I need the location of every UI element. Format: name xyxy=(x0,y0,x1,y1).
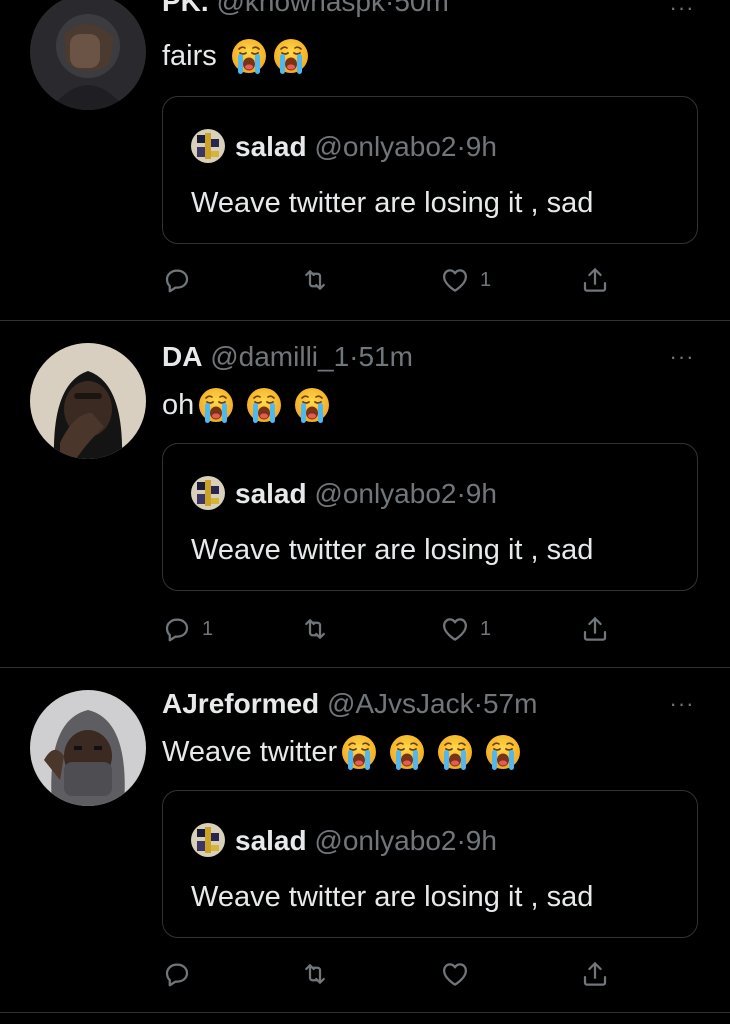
heart-icon xyxy=(440,614,470,644)
timestamp[interactable]: 57m xyxy=(483,688,537,719)
retweet-button[interactable] xyxy=(300,611,340,647)
author-name[interactable]: AJreformed xyxy=(162,688,319,719)
loudly-crying-face-icon xyxy=(483,732,523,772)
quoted-avatar xyxy=(191,476,225,510)
like-button[interactable]: 1 xyxy=(440,262,491,298)
tweet-text: Weave twitter xyxy=(162,732,523,772)
retweet-button[interactable] xyxy=(300,956,340,992)
loudly-crying-face-icon xyxy=(435,732,475,772)
separator-dot: · xyxy=(384,0,395,17)
author-handle[interactable]: @knownaspk xyxy=(216,0,385,17)
tweet-text-content: Weave twitter xyxy=(162,735,338,768)
quoted-author-handle: @onlyabo2 xyxy=(314,825,457,856)
retweet-icon xyxy=(300,959,330,989)
reply-button[interactable] xyxy=(162,956,202,992)
quoted-avatar xyxy=(191,129,225,163)
action-bar xyxy=(162,956,622,992)
divider xyxy=(0,1012,730,1013)
author-name[interactable]: PK. xyxy=(162,0,209,17)
quoted-timestamp: 9h xyxy=(465,131,497,162)
tweet-header: PK. @knownaspk·50m xyxy=(162,0,449,18)
quoted-avatar xyxy=(191,823,225,857)
reply-count: 1 xyxy=(202,617,214,640)
avatar[interactable] xyxy=(30,690,146,806)
loudly-crying-face-icon xyxy=(387,732,427,772)
retweet-icon xyxy=(300,614,330,644)
reply-button[interactable] xyxy=(162,262,202,298)
quoted-timestamp: 9h xyxy=(465,478,497,509)
like-button[interactable]: 1 xyxy=(440,611,491,647)
tweet-header: DA @damilli_1·51m xyxy=(162,341,413,373)
quoted-text: Weave twitter are losing it , sad xyxy=(191,187,594,219)
quoted-header: salad @onlyabo2·9h xyxy=(235,131,497,163)
avatar[interactable] xyxy=(30,0,146,110)
tweet-header: AJreformed @AJvsJack·57m xyxy=(162,688,537,720)
tweet[interactable]: PK. @knownaspk·50m ··· fairs salad @only… xyxy=(0,0,730,320)
like-count: 1 xyxy=(480,268,492,291)
tweet-text-content: fairs xyxy=(162,39,217,72)
share-icon xyxy=(580,265,610,295)
action-bar: 1 xyxy=(162,262,622,298)
like-button[interactable] xyxy=(440,956,480,992)
quoted-author-handle: @onlyabo2 xyxy=(314,478,457,509)
loudly-crying-face-icon xyxy=(244,385,284,425)
author-name[interactable]: DA xyxy=(162,341,202,372)
more-options-icon[interactable]: ··· xyxy=(664,693,700,715)
loudly-crying-face-icon xyxy=(229,36,269,76)
timestamp[interactable]: 50m xyxy=(394,0,448,17)
tweet-text: oh xyxy=(162,385,332,425)
retweet-button[interactable] xyxy=(300,262,340,298)
like-count: 1 xyxy=(480,617,492,640)
quoted-header: salad @onlyabo2·9h xyxy=(235,825,497,857)
action-bar: 1 1 xyxy=(162,611,622,647)
heart-icon xyxy=(440,265,470,295)
reply-icon xyxy=(162,959,192,989)
quoted-tweet[interactable]: salad @onlyabo2·9h Weave twitter are los… xyxy=(162,443,698,591)
more-options-icon[interactable]: ··· xyxy=(664,346,700,368)
share-button[interactable] xyxy=(580,262,610,298)
timestamp[interactable]: 51m xyxy=(358,341,412,372)
quoted-author-handle: @onlyabo2 xyxy=(314,131,457,162)
quoted-text: Weave twitter are losing it , sad xyxy=(191,881,594,913)
tweet-text: fairs xyxy=(162,36,311,76)
reply-icon xyxy=(162,265,192,295)
retweet-icon xyxy=(300,265,330,295)
loudly-crying-face-icon xyxy=(339,732,379,772)
loudly-crying-face-icon xyxy=(292,385,332,425)
quoted-tweet[interactable]: salad @onlyabo2·9h Weave twitter are los… xyxy=(162,790,698,938)
author-handle[interactable]: @AJvsJack xyxy=(327,688,474,719)
share-icon xyxy=(580,959,610,989)
heart-icon xyxy=(440,959,470,989)
quoted-author-name: salad xyxy=(235,478,307,509)
reply-icon xyxy=(162,614,192,644)
share-icon xyxy=(580,614,610,644)
separator-dot: · xyxy=(456,131,466,162)
author-handle[interactable]: @damilli_1 xyxy=(210,341,349,372)
loudly-crying-face-icon xyxy=(271,36,311,76)
tweet[interactable]: DA @damilli_1·51m ··· oh salad @onlyabo2… xyxy=(0,321,730,667)
avatar[interactable] xyxy=(30,343,146,459)
tweet[interactable]: AJreformed @AJvsJack·57m ··· Weave twitt… xyxy=(0,668,730,1012)
more-options-icon[interactable]: ··· xyxy=(664,0,700,19)
loudly-crying-face-icon xyxy=(196,385,236,425)
separator-dot: · xyxy=(456,825,466,856)
tweet-text-content: oh xyxy=(162,388,195,421)
quoted-tweet[interactable]: salad @onlyabo2·9h Weave twitter are los… xyxy=(162,96,698,244)
share-button[interactable] xyxy=(580,956,610,992)
separator-dot: · xyxy=(473,688,483,719)
share-button[interactable] xyxy=(580,611,610,647)
quoted-author-name: salad xyxy=(235,825,307,856)
quoted-timestamp: 9h xyxy=(465,825,497,856)
reply-button[interactable]: 1 xyxy=(162,611,213,647)
separator-dot: · xyxy=(456,478,466,509)
quoted-header: salad @onlyabo2·9h xyxy=(235,478,497,510)
quoted-author-name: salad xyxy=(235,131,307,162)
quoted-text: Weave twitter are losing it , sad xyxy=(191,534,594,566)
